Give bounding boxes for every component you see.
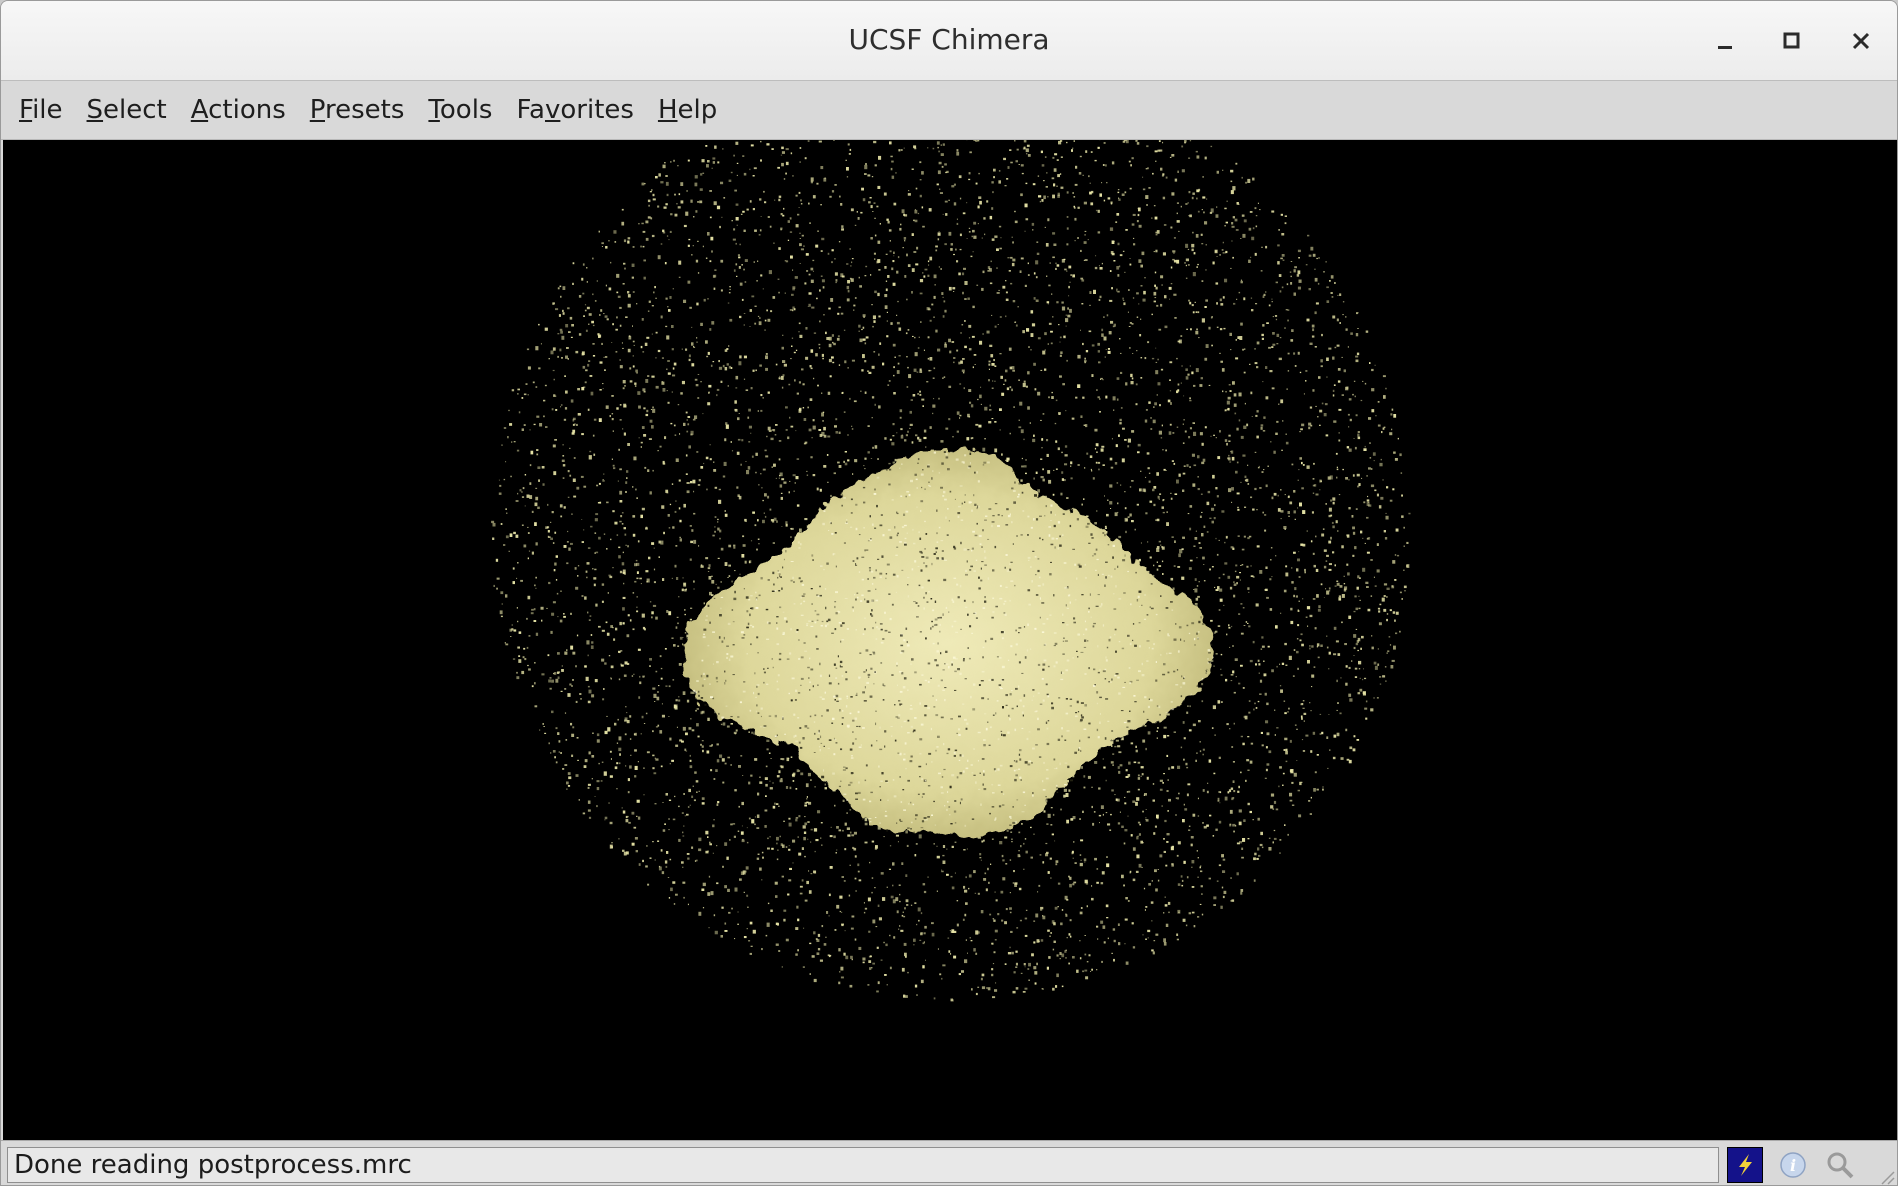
window-title: UCSF Chimera (848, 23, 1050, 56)
menu-tools-label: ools (439, 95, 493, 125)
menu-select[interactable]: Select (75, 89, 179, 131)
maximize-icon (1783, 32, 1800, 49)
menu-presets-mnemonic: P (309, 95, 325, 125)
menu-favorites-mnemonic: v (544, 95, 561, 125)
minimize-button[interactable] (1705, 21, 1745, 61)
menu-favorites[interactable]: Favorites (504, 89, 645, 131)
status-message: Done reading postprocess.mrc (7, 1147, 1719, 1183)
menu-select-label: elect (103, 95, 167, 125)
menu-presets[interactable]: Presets (298, 89, 417, 131)
volume-render (491, 140, 1411, 1002)
menu-file-label: ile (32, 95, 63, 125)
info-icon: i (1780, 1152, 1806, 1178)
resize-grip-icon[interactable] (1877, 1167, 1895, 1185)
command-line-button[interactable] (1727, 1147, 1763, 1183)
menu-help[interactable]: Help (646, 89, 729, 131)
minimize-icon (1718, 46, 1732, 49)
close-icon (1852, 32, 1870, 50)
magnifier-icon (1827, 1152, 1854, 1179)
core-left-notch (731, 521, 751, 535)
maximize-button[interactable] (1772, 21, 1812, 61)
menu-favorites-label: orites (560, 95, 634, 125)
status-bar: Done reading postprocess.mrc i (1, 1140, 1897, 1185)
menu-presets-label: resets (325, 95, 405, 125)
title-bar[interactable]: UCSF Chimera (1, 1, 1897, 81)
menu-actions-mnemonic: A (190, 95, 209, 125)
graphics-viewport[interactable] (3, 140, 1897, 1140)
info-button[interactable]: i (1775, 1147, 1811, 1183)
menu-help-label: elp (677, 95, 718, 125)
menu-actions-label: ctions (208, 95, 286, 125)
density-core (682, 449, 1214, 836)
menu-file[interactable]: File (7, 89, 75, 131)
inspect-button[interactable] (1822, 1147, 1858, 1183)
core-right-notch (1143, 521, 1163, 535)
menu-file-mnemonic: F (19, 95, 33, 125)
menu-tools[interactable]: Tools (416, 89, 504, 131)
lightning-icon (1739, 1154, 1752, 1176)
menu-actions[interactable]: Actions (179, 89, 298, 131)
menu-tools-mnemonic: T (428, 95, 440, 125)
menu-bar: File Select Actions Presets Tools Favori… (1, 81, 1897, 140)
chimera-window: UCSF Chimera File Select Actions Presets… (0, 0, 1898, 1186)
menu-help-mnemonic: H (657, 95, 678, 125)
close-button[interactable] (1841, 21, 1881, 61)
menu-favorites-prefix: Fa (516, 95, 545, 125)
menu-select-mnemonic: S (86, 95, 104, 125)
